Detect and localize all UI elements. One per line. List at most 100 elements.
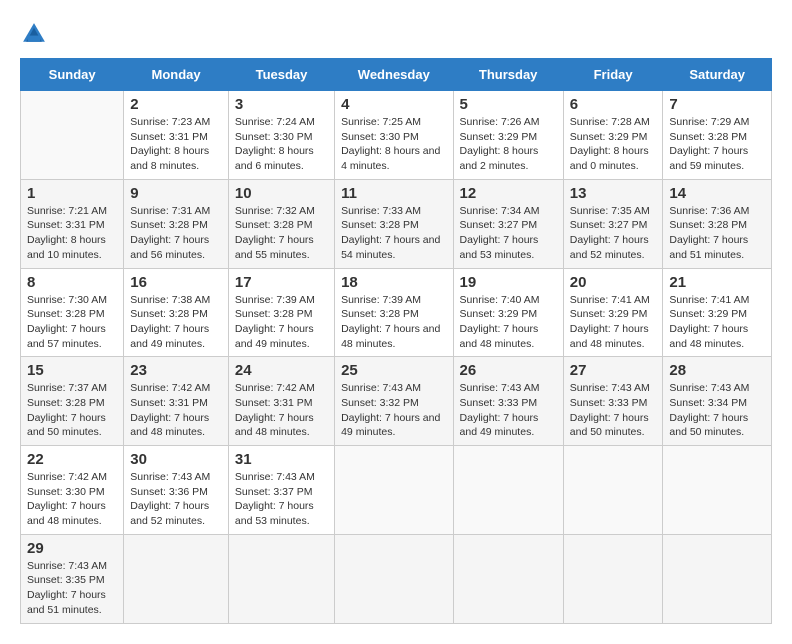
day-info: Sunrise: 7:34 AMSunset: 3:27 PMDaylight:… xyxy=(460,204,557,263)
calendar-week-row: 1Sunrise: 7:21 AMSunset: 3:31 PMDaylight… xyxy=(21,179,772,268)
day-info: Sunrise: 7:37 AMSunset: 3:28 PMDaylight:… xyxy=(27,381,117,440)
day-number: 27 xyxy=(570,362,657,379)
day-info: Sunrise: 7:33 AMSunset: 3:28 PMDaylight:… xyxy=(341,204,446,263)
day-number: 4 xyxy=(341,96,446,113)
col-wednesday: Wednesday xyxy=(335,59,453,91)
calendar-cell: 20 Sunrise: 7:41 AMSunset: 3:29 PMDayligh… xyxy=(563,268,663,357)
day-number: 10 xyxy=(235,185,328,202)
calendar-cell: 25 Sunrise: 7:43 AMSunset: 3:32 PMDayligh… xyxy=(335,357,453,446)
calendar-cell xyxy=(663,446,772,535)
calendar-cell xyxy=(124,534,229,623)
day-info: Sunrise: 7:32 AMSunset: 3:28 PMDaylight:… xyxy=(235,204,328,263)
day-number: 30 xyxy=(130,451,222,468)
calendar-cell: 14Sunrise: 7:36 AMSunset: 3:28 PMDayligh… xyxy=(663,179,772,268)
calendar-cell: 6 Sunrise: 7:28 AMSunset: 3:29 PMDaylight… xyxy=(563,91,663,180)
day-info: Sunrise: 7:42 AMSunset: 3:30 PMDaylight:… xyxy=(27,470,117,529)
calendar-cell xyxy=(453,446,563,535)
calendar-cell: 2 Sunrise: 7:23 AMSunset: 3:31 PMDaylight… xyxy=(124,91,229,180)
day-number: 7 xyxy=(669,96,765,113)
day-info: Sunrise: 7:42 AMSunset: 3:31 PMDaylight:… xyxy=(130,381,222,440)
day-number: 20 xyxy=(570,274,657,291)
day-number: 22 xyxy=(27,451,117,468)
calendar-cell: 5Sunrise: 7:26 AMSunset: 3:29 PMDaylight… xyxy=(453,91,563,180)
calendar-week-row: 2 Sunrise: 7:23 AMSunset: 3:31 PMDaylight… xyxy=(21,91,772,180)
calendar-cell: 10 Sunrise: 7:32 AMSunset: 3:28 PMDayligh… xyxy=(228,179,334,268)
calendar-cell: 3Sunrise: 7:24 AMSunset: 3:30 PMDaylight… xyxy=(228,91,334,180)
calendar-cell: 31 Sunrise: 7:43 AMSunset: 3:37 PMDayligh… xyxy=(228,446,334,535)
calendar-cell: 11 Sunrise: 7:33 AMSunset: 3:28 PMDayligh… xyxy=(335,179,453,268)
col-thursday: Thursday xyxy=(453,59,563,91)
day-number: 21 xyxy=(669,274,765,291)
day-number: 9 xyxy=(130,185,222,202)
generalblue-logo-icon xyxy=(20,20,48,48)
day-number: 15 xyxy=(27,362,117,379)
calendar-cell: 28 Sunrise: 7:43 AMSunset: 3:34 PMDayligh… xyxy=(663,357,772,446)
calendar-cell: 21 Sunrise: 7:41 AMSunset: 3:29 PMDayligh… xyxy=(663,268,772,357)
day-info: Sunrise: 7:23 AMSunset: 3:31 PMDaylight:… xyxy=(130,115,222,174)
day-number: 31 xyxy=(235,451,328,468)
calendar-cell xyxy=(453,534,563,623)
day-info: Sunrise: 7:24 AMSunset: 3:30 PMDaylight:… xyxy=(235,115,328,174)
day-number: 13 xyxy=(570,185,657,202)
calendar-cell: 7 Sunrise: 7:29 AMSunset: 3:28 PMDaylight… xyxy=(663,91,772,180)
calendar-cell: 17Sunrise: 7:39 AMSunset: 3:28 PMDayligh… xyxy=(228,268,334,357)
day-info: Sunrise: 7:39 AMSunset: 3:28 PMDaylight:… xyxy=(235,293,328,352)
calendar-week-row: 15 Sunrise: 7:37 AMSunset: 3:28 PMDayligh… xyxy=(21,357,772,446)
day-info: Sunrise: 7:35 AMSunset: 3:27 PMDaylight:… xyxy=(570,204,657,263)
calendar-week-row: 8Sunrise: 7:30 AMSunset: 3:28 PMDaylight… xyxy=(21,268,772,357)
day-info: Sunrise: 7:41 AMSunset: 3:29 PMDaylight:… xyxy=(570,293,657,352)
day-number: 19 xyxy=(460,274,557,291)
day-info: Sunrise: 7:28 AMSunset: 3:29 PMDaylight:… xyxy=(570,115,657,174)
calendar-cell: 16Sunrise: 7:38 AMSunset: 3:28 PMDayligh… xyxy=(124,268,229,357)
calendar-cell: 30 Sunrise: 7:43 AMSunset: 3:36 PMDayligh… xyxy=(124,446,229,535)
calendar-cell: 12 Sunrise: 7:34 AMSunset: 3:27 PMDayligh… xyxy=(453,179,563,268)
calendar-cell: 4 Sunrise: 7:25 AMSunset: 3:30 PMDaylight… xyxy=(335,91,453,180)
calendar-cell xyxy=(563,446,663,535)
col-friday: Friday xyxy=(563,59,663,91)
calendar-cell xyxy=(563,534,663,623)
calendar-cell: 27 Sunrise: 7:43 AMSunset: 3:33 PMDayligh… xyxy=(563,357,663,446)
calendar-week-row: 29Sunrise: 7:43 AMSunset: 3:35 PMDayligh… xyxy=(21,534,772,623)
day-info: Sunrise: 7:43 AMSunset: 3:37 PMDaylight:… xyxy=(235,470,328,529)
day-number: 18 xyxy=(341,274,446,291)
day-number: 6 xyxy=(570,96,657,113)
calendar-cell: 1Sunrise: 7:21 AMSunset: 3:31 PMDaylight… xyxy=(21,179,124,268)
day-number: 28 xyxy=(669,362,765,379)
calendar-week-row: 22 Sunrise: 7:42 AMSunset: 3:30 PMDayligh… xyxy=(21,446,772,535)
day-info: Sunrise: 7:43 AMSunset: 3:34 PMDaylight:… xyxy=(669,381,765,440)
day-info: Sunrise: 7:41 AMSunset: 3:29 PMDaylight:… xyxy=(669,293,765,352)
calendar-cell: 18 Sunrise: 7:39 AMSunset: 3:28 PMDayligh… xyxy=(335,268,453,357)
day-number: 11 xyxy=(341,185,446,202)
col-monday: Monday xyxy=(124,59,229,91)
calendar-cell: 22 Sunrise: 7:42 AMSunset: 3:30 PMDayligh… xyxy=(21,446,124,535)
day-info: Sunrise: 7:29 AMSunset: 3:28 PMDaylight:… xyxy=(669,115,765,174)
calendar-cell: 23Sunrise: 7:42 AMSunset: 3:31 PMDayligh… xyxy=(124,357,229,446)
day-info: Sunrise: 7:25 AMSunset: 3:30 PMDaylight:… xyxy=(341,115,446,174)
calendar-table: Sunday Monday Tuesday Wednesday Thursday… xyxy=(20,58,772,624)
day-info: Sunrise: 7:42 AMSunset: 3:31 PMDaylight:… xyxy=(235,381,328,440)
calendar-cell: 8Sunrise: 7:30 AMSunset: 3:28 PMDaylight… xyxy=(21,268,124,357)
calendar-cell: 9Sunrise: 7:31 AMSunset: 3:28 PMDaylight… xyxy=(124,179,229,268)
day-number: 2 xyxy=(130,96,222,113)
day-number: 24 xyxy=(235,362,328,379)
day-number: 16 xyxy=(130,274,222,291)
day-info: Sunrise: 7:43 AMSunset: 3:33 PMDaylight:… xyxy=(570,381,657,440)
day-number: 8 xyxy=(27,274,117,291)
calendar-cell: 26Sunrise: 7:43 AMSunset: 3:33 PMDayligh… xyxy=(453,357,563,446)
calendar-header-row: Sunday Monday Tuesday Wednesday Thursday… xyxy=(21,59,772,91)
calendar-cell: 29Sunrise: 7:43 AMSunset: 3:35 PMDayligh… xyxy=(21,534,124,623)
header xyxy=(20,20,772,48)
calendar-cell xyxy=(335,446,453,535)
day-info: Sunrise: 7:39 AMSunset: 3:28 PMDaylight:… xyxy=(341,293,446,352)
day-info: Sunrise: 7:40 AMSunset: 3:29 PMDaylight:… xyxy=(460,293,557,352)
col-tuesday: Tuesday xyxy=(228,59,334,91)
calendar-cell: 24 Sunrise: 7:42 AMSunset: 3:31 PMDayligh… xyxy=(228,357,334,446)
day-info: Sunrise: 7:43 AMSunset: 3:36 PMDaylight:… xyxy=(130,470,222,529)
calendar-cell xyxy=(335,534,453,623)
day-info: Sunrise: 7:43 AMSunset: 3:32 PMDaylight:… xyxy=(341,381,446,440)
logo xyxy=(20,20,52,48)
calendar-cell xyxy=(663,534,772,623)
col-saturday: Saturday xyxy=(663,59,772,91)
day-number: 25 xyxy=(341,362,446,379)
day-number: 12 xyxy=(460,185,557,202)
